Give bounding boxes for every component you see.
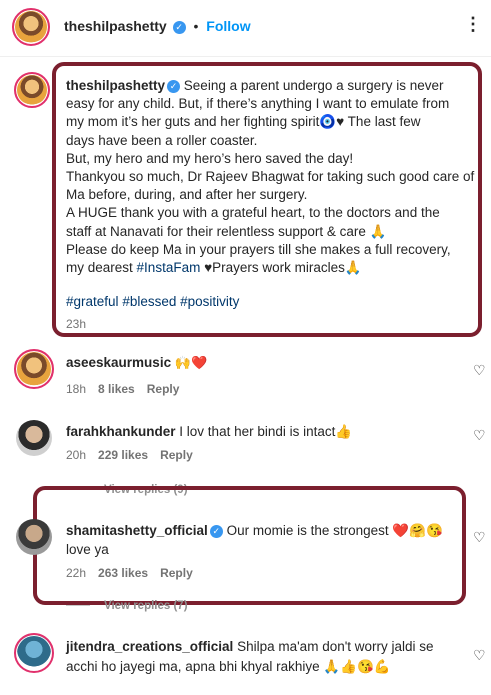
caption-text: theshilpashetty ✓ Seeing a parent undergo…	[66, 77, 476, 311]
caption-line-0: Seeing a parent undergo a surgery is nev…	[183, 78, 444, 93]
comment-username[interactable]: shamitashetty_official	[66, 523, 208, 538]
caption-line-1: easy for any child. But, if there’s anyt…	[66, 96, 450, 112]
caption-line-9: Please do keep Ma in your prayers till s…	[66, 241, 451, 257]
hashtag-blessed[interactable]: #blessed	[122, 294, 176, 309]
header-avatar[interactable]	[12, 8, 50, 46]
comment-likes[interactable]: 8 likes	[98, 382, 135, 396]
comment-avatar[interactable]	[16, 420, 52, 456]
comment-username[interactable]: jitendra_creations_official	[66, 639, 233, 654]
caption-line-4: But, my hero and my hero’s hero saved th…	[66, 150, 354, 166]
comment-text: Shilpa ma'am don't worry jaldi se	[237, 639, 434, 654]
view-replies-label: View replies (7)	[104, 600, 188, 612]
caption-line-12: ♥Prayers work miracles🙏	[204, 260, 362, 276]
caption-line-2: my mom it’s her guts and her fighting sp…	[66, 114, 421, 130]
header-dot: •	[193, 18, 199, 34]
heart-outline-icon[interactable]: ♡	[473, 428, 487, 442]
comment-text: I lov that her bindi is intact👍	[179, 424, 353, 439]
comment-avatar[interactable]	[14, 633, 54, 673]
comment-text-line2: love ya	[66, 542, 109, 557]
reply-button[interactable]: Reply	[147, 382, 180, 396]
caption-avatar[interactable]	[14, 72, 50, 108]
caption-username[interactable]: theshilpashetty	[66, 78, 165, 93]
hashtag-grateful[interactable]: #grateful	[66, 294, 119, 309]
header-username[interactable]: theshilpashetty	[64, 18, 167, 34]
comment-avatar[interactable]	[14, 349, 54, 389]
reply-button[interactable]: Reply	[160, 448, 193, 462]
comment-text: 🙌❤️	[174, 355, 208, 370]
heart-outline-icon[interactable]: ♡	[473, 648, 487, 662]
comment-time[interactable]: 18h	[66, 382, 86, 396]
caption-line-8: staff at Nanavati for their relentless s…	[66, 223, 387, 239]
more-options-icon[interactable]: ⋮	[464, 14, 482, 35]
caption-line-3: days have been a roller coaster.	[66, 132, 258, 148]
view-replies-button[interactable]: View replies (7)	[66, 600, 188, 612]
comment-time[interactable]: 20h	[66, 448, 86, 462]
comment-likes[interactable]: 263 likes	[98, 566, 148, 580]
verified-badge-icon: ✓	[172, 21, 186, 34]
hashtag-positivity[interactable]: #positivity	[180, 294, 239, 309]
follow-button[interactable]: Follow	[206, 18, 250, 34]
caption-line-6: Ma before, during, and after her surgery…	[66, 187, 308, 203]
comment-username[interactable]: aseeskaurmusic	[66, 355, 171, 370]
caption-line-10: my dearest	[66, 260, 133, 276]
heart-outline-icon[interactable]: ♡	[473, 363, 487, 377]
header-divider	[0, 56, 491, 57]
comment-avatar[interactable]	[16, 519, 52, 555]
heart-outline-icon[interactable]: ♡	[473, 530, 487, 544]
caption-line-5: Thankyou so much, Dr Rajeev Bhagwat for …	[66, 169, 475, 185]
comment-text-line2: acchi ho jayegi ma, apna bhi khyal rakhi…	[66, 659, 391, 674]
reply-button[interactable]: Reply	[160, 566, 193, 580]
comment-username[interactable]: farahkhankunder	[66, 424, 176, 439]
caption-time[interactable]: 23h	[66, 317, 86, 331]
comment-text: Our momie is the strongest ❤️🤗😘	[226, 523, 443, 538]
verified-badge-icon: ✓	[167, 80, 181, 93]
verified-badge-icon: ✓	[209, 525, 223, 538]
hashtag-instafam[interactable]: #InstaFam	[137, 260, 201, 275]
comment-time[interactable]: 22h	[66, 566, 86, 580]
comment-likes[interactable]: 229 likes	[98, 448, 148, 462]
caption-line-7: A HUGE thank you with a grateful heart, …	[66, 205, 440, 221]
